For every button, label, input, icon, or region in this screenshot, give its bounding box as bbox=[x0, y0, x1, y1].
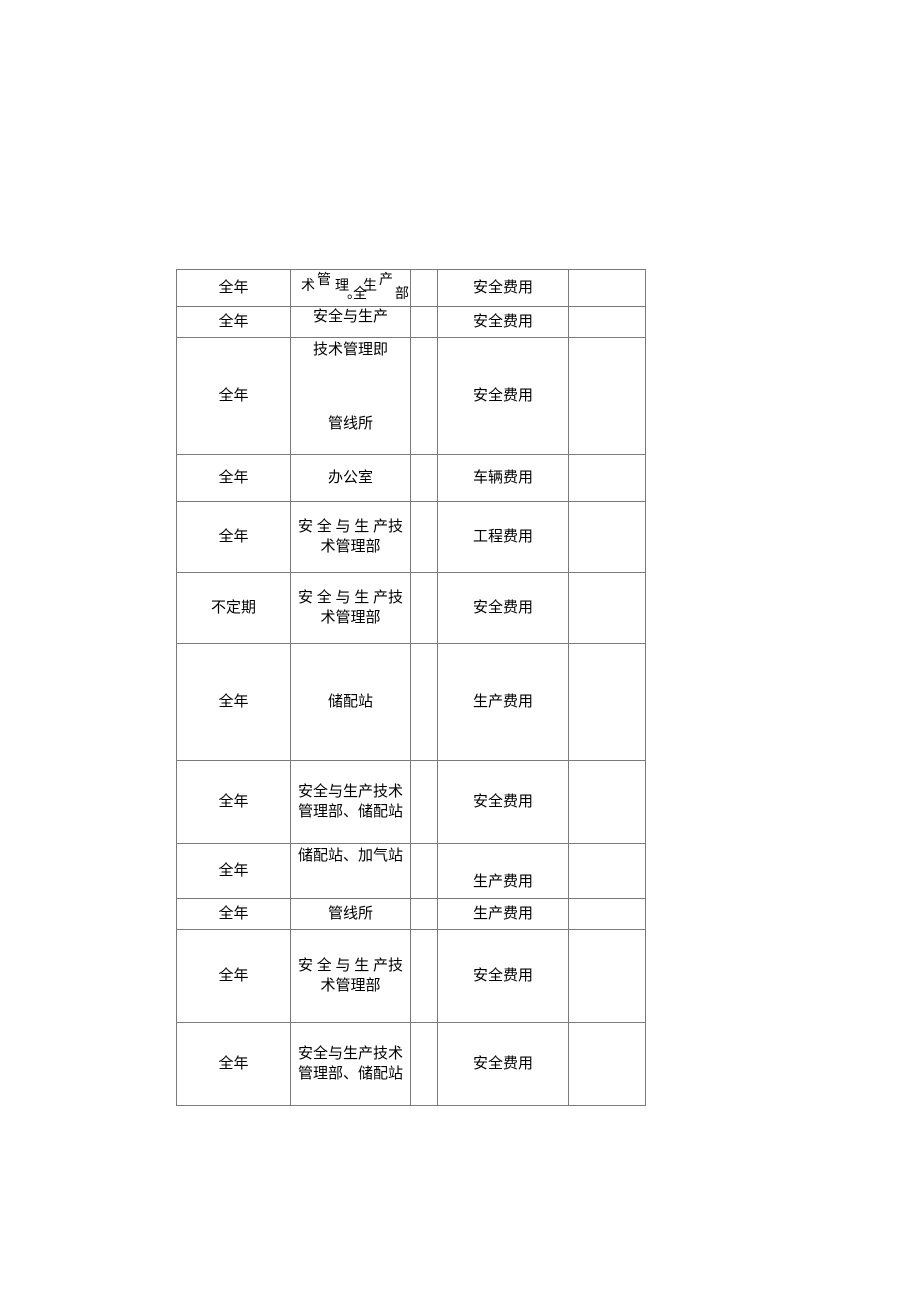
cell-empty bbox=[569, 899, 646, 930]
cell-empty bbox=[569, 644, 646, 761]
cramped-text: 术 管 理 全 。 生 产 部 bbox=[295, 272, 406, 304]
table-row: 全年 安全与生产技术管理部、储配站 安全费用 bbox=[177, 1023, 646, 1106]
cell-cost: 安全费用 bbox=[438, 307, 569, 338]
cell-empty bbox=[411, 899, 438, 930]
cell-period: 全年 bbox=[177, 455, 291, 502]
cell-dept: 安 全 与 生 产技术管理部 bbox=[291, 573, 411, 644]
cell-empty bbox=[569, 338, 646, 455]
cell-dept-top: 技术管理即 bbox=[291, 338, 410, 360]
cell-period: 全年 bbox=[177, 644, 291, 761]
cell-cost: 安全费用 bbox=[438, 270, 569, 307]
cell-dept: 安全与生产技术管理部、储配站 bbox=[291, 761, 411, 844]
cell-cost: 生产费用 bbox=[438, 899, 569, 930]
table-row: 全年 管线所 生产费用 bbox=[177, 899, 646, 930]
cell-empty bbox=[569, 761, 646, 844]
cell-empty bbox=[411, 455, 438, 502]
cell-period: 全年 bbox=[177, 844, 291, 899]
table-row: 全年 术 管 理 全 。 生 产 部 安全费用 bbox=[177, 270, 646, 307]
cell-empty bbox=[569, 930, 646, 1023]
cell-period: 全年 bbox=[177, 1023, 291, 1106]
cell-empty bbox=[411, 270, 438, 307]
cell-cost: 工程费用 bbox=[438, 502, 569, 573]
cell-cost: 安全费用 bbox=[438, 761, 569, 844]
table-row: 全年 安全与生产 安全费用 bbox=[177, 307, 646, 338]
cell-period: 全年 bbox=[177, 270, 291, 307]
cell-empty bbox=[411, 1023, 438, 1106]
char: 管 bbox=[317, 272, 331, 291]
cell-empty bbox=[411, 844, 438, 899]
cell-period: 全年 bbox=[177, 338, 291, 455]
cell-cost: 车辆费用 bbox=[438, 455, 569, 502]
char: 部 bbox=[395, 286, 409, 305]
cell-empty bbox=[569, 307, 646, 338]
cell-dept: 办公室 bbox=[291, 455, 411, 502]
cell-cost: 安全费用 bbox=[438, 1023, 569, 1106]
cell-cost: 生产费用 bbox=[438, 844, 569, 899]
char: 。 bbox=[347, 286, 361, 305]
cell-empty bbox=[569, 455, 646, 502]
table-container: 全年 术 管 理 全 。 生 产 部 安全费用 bbox=[176, 269, 645, 1106]
table-row: 不定期 安 全 与 生 产技术管理部 安全费用 bbox=[177, 573, 646, 644]
table-row: 全年 储配站 生产费用 bbox=[177, 644, 646, 761]
cell-cost: 安全费用 bbox=[438, 573, 569, 644]
cell-dept-bot: 管线所 bbox=[291, 414, 410, 454]
cell-period: 不定期 bbox=[177, 573, 291, 644]
cell-dept: 安 全 与 生 产技术管理部 bbox=[291, 930, 411, 1023]
table-row: 全年 办公室 车辆费用 bbox=[177, 455, 646, 502]
cell-dept: 安全与生产技术管理部、储配站 bbox=[291, 1023, 411, 1106]
char: 生 bbox=[363, 278, 377, 297]
table-row: 全年 储配站、加气站 生产费用 bbox=[177, 844, 646, 899]
cell-period: 全年 bbox=[177, 761, 291, 844]
char: 术 bbox=[301, 278, 315, 297]
cell-cost: 安全费用 bbox=[438, 338, 569, 455]
cell-dept: 安 全 与 生 产技术管理部 bbox=[291, 502, 411, 573]
cell-empty bbox=[569, 502, 646, 573]
char: 产 bbox=[379, 272, 393, 291]
cell-period: 全年 bbox=[177, 307, 291, 338]
cell-empty bbox=[411, 573, 438, 644]
cell-dept: 安全与生产 bbox=[291, 307, 411, 338]
cell-empty bbox=[569, 573, 646, 644]
cell-empty bbox=[411, 930, 438, 1023]
cell-empty bbox=[569, 270, 646, 307]
cell-empty bbox=[569, 1023, 646, 1106]
table-row: 全年 安 全 与 生 产技术管理部 安全费用 bbox=[177, 930, 646, 1023]
cell-cost: 生产费用 bbox=[438, 644, 569, 761]
cell-empty bbox=[411, 338, 438, 455]
cell-empty bbox=[569, 844, 646, 899]
cell-dept: 术 管 理 全 。 生 产 部 bbox=[291, 270, 411, 307]
cell-period: 全年 bbox=[177, 502, 291, 573]
table-row: 全年 技术管理即 管线所 安全费用 bbox=[177, 338, 646, 455]
cell-dept: 技术管理即 管线所 bbox=[291, 338, 411, 455]
cell-empty bbox=[411, 502, 438, 573]
cell-cost: 安全费用 bbox=[438, 930, 569, 1023]
cell-dept: 管线所 bbox=[291, 899, 411, 930]
cell-dept: 储配站、加气站 bbox=[291, 844, 411, 899]
table-row: 全年 安全与生产技术管理部、储配站 安全费用 bbox=[177, 761, 646, 844]
cell-empty bbox=[411, 307, 438, 338]
cell-dept: 储配站 bbox=[291, 644, 411, 761]
cell-period: 全年 bbox=[177, 899, 291, 930]
cell-period: 全年 bbox=[177, 930, 291, 1023]
cell-empty bbox=[411, 644, 438, 761]
main-table: 全年 术 管 理 全 。 生 产 部 安全费用 bbox=[176, 269, 646, 1106]
table-row: 全年 安 全 与 生 产技术管理部 工程费用 bbox=[177, 502, 646, 573]
cell-empty bbox=[411, 761, 438, 844]
